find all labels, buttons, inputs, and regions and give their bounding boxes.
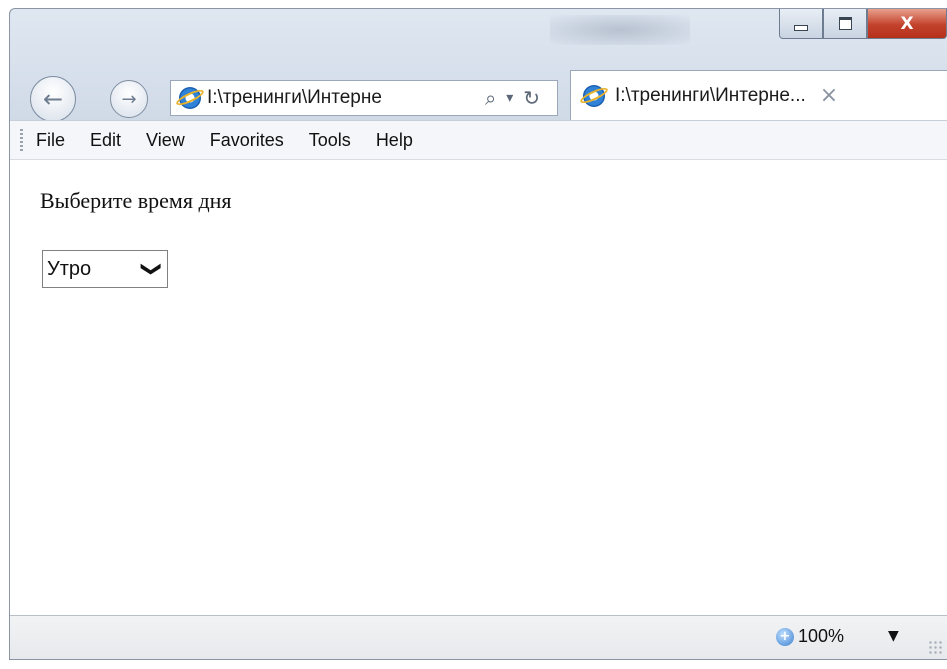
search-icon[interactable]: ⌕: [485, 86, 496, 110]
zoom-control[interactable]: + 100%: [776, 626, 844, 647]
time-of-day-select[interactable]: Утро ❯: [42, 250, 168, 288]
forward-arrow-icon: →: [121, 88, 137, 110]
page-prompt: Выберите время дня: [40, 188, 232, 213]
navigation-bar: ← → I:\тренинги\Интерне ⌕ ▾ ↻ I:\тренинг…: [10, 56, 947, 122]
menu-file[interactable]: File: [36, 130, 65, 151]
tab-title: I:\тренинги\Интерне...: [615, 84, 806, 106]
maximize-icon: [838, 17, 852, 30]
title-bar: X: [10, 9, 947, 55]
forward-button[interactable]: →: [110, 80, 148, 118]
toolbar-grip: [20, 129, 23, 153]
zoom-dropdown-icon[interactable]: ▼: [888, 628, 899, 644]
close-button[interactable]: X: [867, 9, 947, 39]
title-glow: [550, 15, 690, 45]
back-arrow-icon: ←: [42, 85, 64, 113]
dropdown-icon[interactable]: ▾: [506, 90, 513, 106]
browser-tab[interactable]: I:\тренинги\Интерне... ×: [570, 70, 947, 120]
browser-window: X ← → I:\тренинги\Интерне ⌕ ▾ ↻ I:\трени…: [9, 8, 947, 660]
minimize-icon: [794, 24, 808, 31]
zoom-icon: +: [776, 627, 794, 646]
ie-icon: [179, 87, 201, 109]
address-input[interactable]: I:\тренинги\Интерне: [207, 87, 477, 109]
address-bar[interactable]: I:\тренинги\Интерне ⌕ ▾ ↻: [170, 80, 558, 116]
menu-favorites[interactable]: Favorites: [210, 130, 284, 151]
minimize-button[interactable]: [779, 9, 823, 39]
back-button[interactable]: ←: [30, 76, 76, 122]
window-controls: X: [779, 9, 947, 39]
tab-ie-icon: [583, 84, 605, 107]
menu-bar: File Edit View Favorites Tools Help: [10, 120, 947, 160]
address-tools: ⌕ ▾ ↻: [485, 86, 540, 110]
menu-tools[interactable]: Tools: [309, 130, 351, 151]
menu-edit[interactable]: Edit: [90, 130, 121, 151]
menu-view[interactable]: View: [146, 130, 185, 151]
menu-help[interactable]: Help: [376, 130, 413, 151]
status-bar: + 100% ▼: [10, 615, 947, 659]
zoom-level: 100%: [798, 626, 845, 646]
close-icon: X: [900, 13, 914, 34]
page-content: Выберите время дня Утро ❯: [10, 160, 947, 615]
tab-close-icon[interactable]: ×: [820, 83, 838, 108]
select-value: Утро: [47, 257, 92, 280]
refresh-icon[interactable]: ↻: [523, 86, 540, 110]
resize-grip[interactable]: [928, 640, 942, 654]
maximize-button[interactable]: [823, 9, 867, 39]
chevron-down-icon: ❯: [140, 260, 165, 278]
